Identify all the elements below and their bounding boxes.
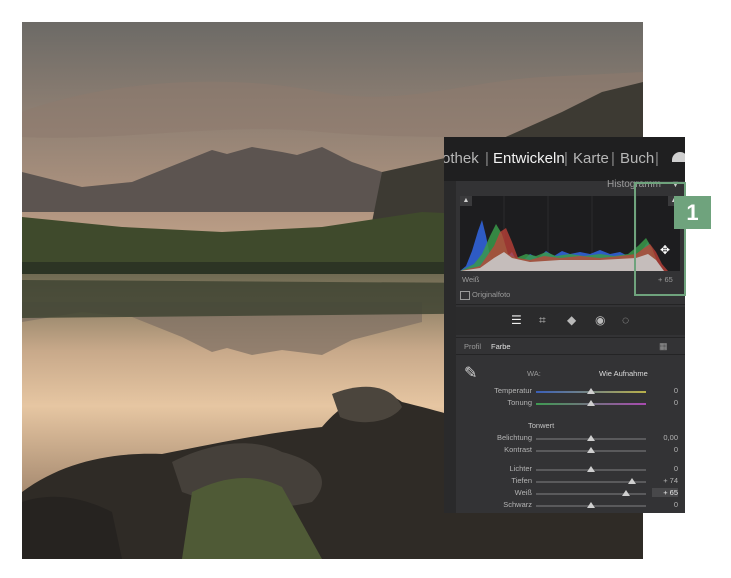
- slider-thumb[interactable]: [587, 502, 595, 508]
- nav-item-buch[interactable]: Buch: [620, 150, 654, 167]
- nav-item-entwickeln[interactable]: Entwickeln: [493, 150, 565, 167]
- crop-icon[interactable]: ⌗: [539, 313, 546, 328]
- slider-label: Belichtung: [496, 433, 532, 442]
- slider-label: Tiefen: [511, 476, 532, 485]
- slider-label: Schwarz: [503, 500, 532, 509]
- slider-thumb[interactable]: [587, 435, 595, 441]
- grid-icon[interactable]: ▦: [659, 341, 668, 352]
- original-photo-label: Originalfoto: [472, 290, 511, 299]
- slider-value[interactable]: 0,00: [652, 433, 678, 442]
- eyedropper-icon[interactable]: ✎: [464, 363, 477, 383]
- redeye-icon[interactable]: ◉: [595, 313, 605, 327]
- slider-label: Weiß: [514, 488, 532, 497]
- slider-thumb[interactable]: [622, 490, 631, 496]
- slider-thumb[interactable]: [627, 478, 636, 484]
- slider-label: Tonung: [507, 398, 532, 407]
- slider-value[interactable]: 0: [652, 445, 678, 454]
- slider-value[interactable]: 0: [652, 398, 678, 407]
- slider-value[interactable]: 0: [652, 500, 678, 509]
- slider-label: Kontrast: [504, 445, 532, 454]
- edit-toolbar: ☰ ⌗ ◆ ◉ ◌: [456, 307, 685, 335]
- slider-kontrast[interactable]: Kontrast 0: [456, 445, 685, 459]
- profile-value[interactable]: Farbe: [491, 342, 511, 351]
- slider-label: Lichter: [509, 464, 532, 473]
- slider-thumb[interactable]: [587, 400, 595, 406]
- edit-sliders-icon[interactable]: ☰: [511, 313, 522, 327]
- shadow-clipping-icon[interactable]: ▲: [460, 196, 472, 206]
- nav-item-bibliothek[interactable]: othek: [444, 150, 479, 167]
- slider-value[interactable]: 0: [652, 386, 678, 395]
- callout-number-badge: 1: [674, 196, 711, 229]
- nav-separator: |: [611, 150, 615, 167]
- slider-value[interactable]: + 74: [652, 476, 678, 485]
- slider-label: Temperatur: [494, 386, 532, 395]
- nav-separator: |: [485, 150, 489, 167]
- cloud-icon: [672, 152, 685, 162]
- slider-thumb[interactable]: [587, 466, 595, 472]
- eraser-icon[interactable]: ◆: [567, 313, 576, 327]
- masking-icon[interactable]: ◌: [622, 313, 629, 327]
- module-nav: othek | Entwickeln | Karte | Buch |: [444, 137, 685, 181]
- slider-schwarz[interactable]: Schwarz 0: [456, 500, 685, 513]
- nav-separator: |: [655, 150, 659, 167]
- tone-heading: Tonwert: [528, 421, 555, 430]
- panel-left-strip: [444, 181, 456, 513]
- nav-item-karte[interactable]: Karte: [573, 150, 609, 167]
- original-photo-checkbox[interactable]: [460, 291, 470, 300]
- nav-separator: |: [564, 150, 568, 167]
- slider-tonung[interactable]: Tonung 0: [456, 398, 685, 412]
- slider-thumb[interactable]: [587, 447, 595, 453]
- slider-thumb[interactable]: [587, 388, 595, 394]
- slider-value[interactable]: 0: [652, 464, 678, 473]
- wb-label: WA:: [527, 369, 541, 378]
- histogram-readout-label: Weiß: [462, 275, 480, 284]
- wb-value[interactable]: Wie Aufnahme: [599, 369, 648, 378]
- slider-value[interactable]: + 65: [652, 488, 678, 497]
- profile-label: Profil: [464, 342, 482, 351]
